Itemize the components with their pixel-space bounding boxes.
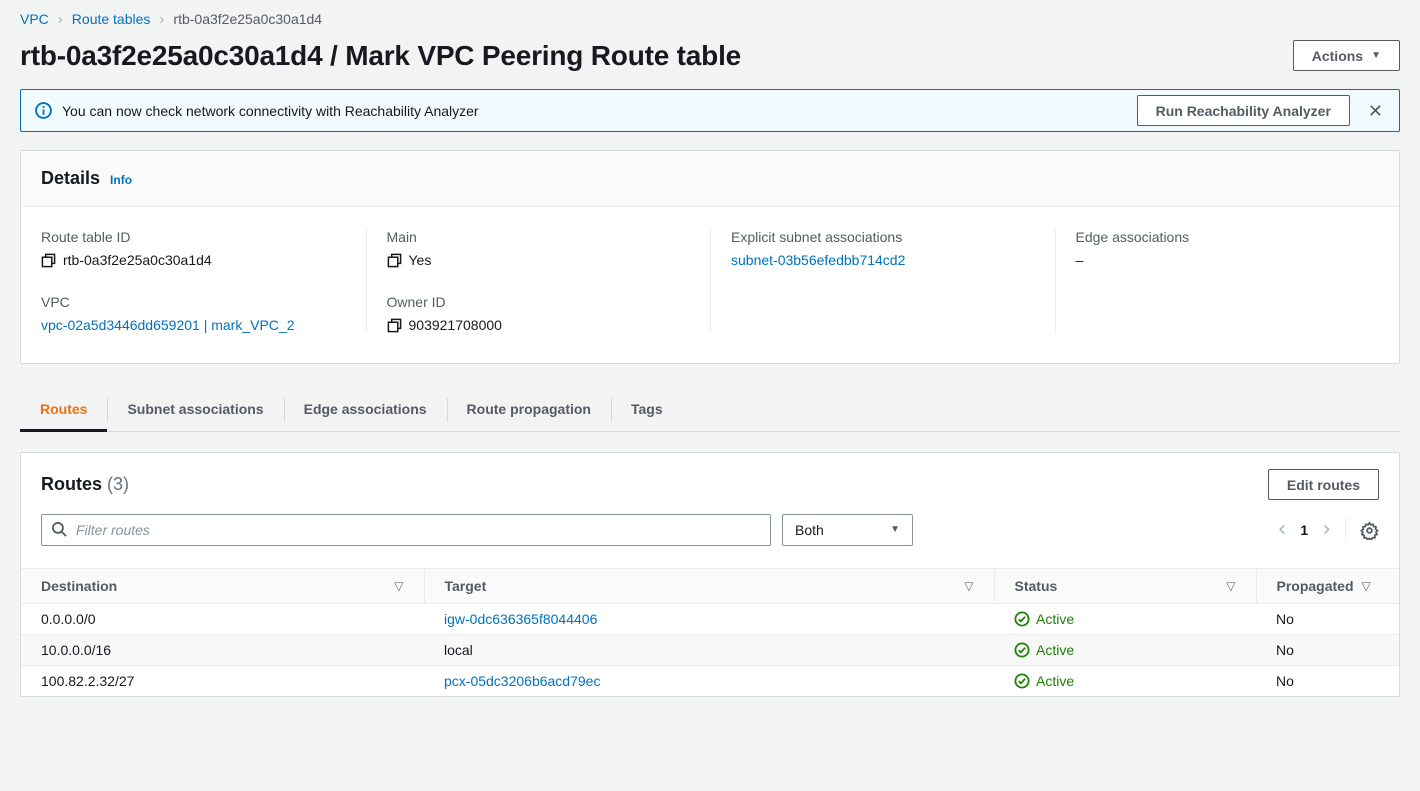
target-link[interactable]: igw-0dc636365f8044406	[444, 611, 597, 627]
divider	[1345, 518, 1346, 542]
propagated-cell: No	[1256, 635, 1399, 666]
copy-icon[interactable]	[41, 253, 56, 268]
destination-cell: 10.0.0.0/16	[21, 635, 424, 666]
field-edge-associations: Edge associations –	[1076, 229, 1380, 268]
destination-cell: 0.0.0.0/0	[21, 604, 424, 635]
breadcrumb-separator-icon: ›	[159, 12, 164, 27]
target-link[interactable]: pcx-05dc3206b6acd79ec	[444, 673, 600, 689]
column-header-propagated[interactable]: Propagated ▽	[1256, 569, 1399, 604]
owner-id-value: 903921708000	[409, 317, 502, 333]
status-cell: Active	[994, 635, 1256, 666]
field-label: Route table ID	[41, 229, 346, 245]
tab-routes[interactable]: Routes	[20, 392, 107, 432]
field-label: Owner ID	[387, 294, 691, 310]
vpc-link[interactable]: vpc-02a5d3446dd659201 | mark_VPC_2	[41, 317, 294, 333]
gear-icon[interactable]	[1360, 521, 1379, 540]
field-vpc: VPC vpc-02a5d3446dd659201 | mark_VPC_2	[41, 294, 346, 333]
routes-panel: Routes (3) Edit routes Both ▼ ‹ 1 ›	[20, 452, 1400, 697]
main-value: Yes	[409, 252, 432, 268]
tab-subnet-associations[interactable]: Subnet associations	[107, 392, 283, 432]
info-banner: You can now check network connectivity w…	[20, 89, 1400, 132]
routes-title: Routes (3)	[41, 474, 129, 495]
edge-associations-value: –	[1076, 252, 1084, 268]
details-column-2: Main Yes Owner ID 903921708000	[366, 229, 711, 333]
filter-routes-input[interactable]	[41, 514, 771, 546]
target-cell: igw-0dc636365f8044406	[424, 604, 994, 635]
tab-strip: Routes Subnet associations Edge associat…	[20, 392, 1400, 432]
tab-route-propagation[interactable]: Route propagation	[447, 392, 611, 432]
chevron-down-icon: ▼	[1371, 51, 1381, 61]
search-icon	[51, 521, 68, 541]
details-column-4: Edge associations –	[1055, 229, 1400, 333]
check-circle-icon	[1014, 673, 1030, 689]
chevron-down-icon: ▼	[890, 525, 900, 535]
field-route-table-id: Route table ID rtb-0a3f2e25a0c30a1d4	[41, 229, 346, 268]
breadcrumb-current: rtb-0a3f2e25a0c30a1d4	[173, 11, 322, 27]
target-cell: pcx-05dc3206b6acd79ec	[424, 666, 994, 697]
vpc-route-table-page: VPC › Route tables › rtb-0a3f2e25a0c30a1…	[0, 0, 1420, 697]
column-header-destination[interactable]: Destination ▽	[21, 569, 424, 604]
copy-icon[interactable]	[387, 318, 402, 333]
close-icon[interactable]: ✕	[1366, 100, 1385, 122]
actions-button[interactable]: Actions ▼	[1293, 40, 1400, 71]
routes-count: (3)	[107, 474, 129, 494]
status-cell: Active	[994, 666, 1256, 697]
route-type-selected: Both	[795, 522, 824, 538]
tab-tags[interactable]: Tags	[611, 392, 683, 432]
table-row: 10.0.0.0/16 local Active No	[21, 635, 1399, 666]
breadcrumb-vpc[interactable]: VPC	[20, 11, 49, 27]
field-explicit-subnet-associations: Explicit subnet associations subnet-03b5…	[731, 229, 1035, 268]
field-label: Explicit subnet associations	[731, 229, 1035, 245]
field-label: Edge associations	[1076, 229, 1380, 245]
table-row: 100.82.2.32/27 pcx-05dc3206b6acd79ec Act…	[21, 666, 1399, 697]
page-title: rtb-0a3f2e25a0c30a1d4 / Mark VPC Peering…	[20, 40, 741, 72]
copy-icon[interactable]	[387, 253, 402, 268]
subnet-association-link[interactable]: subnet-03b56efedbb714cd2	[731, 252, 905, 268]
target-cell: local	[424, 635, 994, 666]
route-table-id-value: rtb-0a3f2e25a0c30a1d4	[63, 252, 212, 268]
breadcrumb-route-tables[interactable]: Route tables	[72, 11, 151, 27]
current-page-number: 1	[1300, 522, 1308, 538]
info-icon	[35, 102, 52, 119]
column-header-target[interactable]: Target ▽	[424, 569, 994, 604]
status-cell: Active	[994, 604, 1256, 635]
details-panel: Details Info Route table ID rtb-0a3f2e25…	[20, 150, 1400, 364]
details-title: Details	[41, 168, 100, 189]
route-type-select[interactable]: Both ▼	[782, 514, 913, 546]
breadcrumb: VPC › Route tables › rtb-0a3f2e25a0c30a1…	[20, 0, 1400, 28]
routes-table: Destination ▽ Target ▽ Status ▽	[21, 568, 1399, 696]
destination-cell: 100.82.2.32/27	[21, 666, 424, 697]
status-badge: Active	[1036, 611, 1074, 627]
sort-icon[interactable]: ▽	[1362, 579, 1371, 593]
status-badge: Active	[1036, 642, 1074, 658]
sort-icon[interactable]: ▽	[964, 579, 973, 593]
column-header-status[interactable]: Status ▽	[994, 569, 1256, 604]
breadcrumb-separator-icon: ›	[58, 12, 63, 27]
status-badge: Active	[1036, 673, 1074, 689]
banner-message: You can now check network connectivity w…	[62, 103, 479, 119]
check-circle-icon	[1014, 611, 1030, 627]
target-local: local	[444, 642, 473, 658]
field-owner-id: Owner ID 903921708000	[387, 294, 691, 333]
next-page-icon[interactable]: ›	[1322, 519, 1331, 541]
field-main: Main Yes	[387, 229, 691, 268]
field-label: Main	[387, 229, 691, 245]
propagated-cell: No	[1256, 604, 1399, 635]
edit-routes-button[interactable]: Edit routes	[1268, 469, 1379, 500]
details-column-1: Route table ID rtb-0a3f2e25a0c30a1d4 VPC…	[21, 229, 366, 333]
details-info-link[interactable]: Info	[110, 173, 132, 187]
sort-icon[interactable]: ▽	[394, 579, 403, 593]
details-column-3: Explicit subnet associations subnet-03b5…	[710, 229, 1055, 333]
tab-edge-associations[interactable]: Edge associations	[284, 392, 447, 432]
table-header-row: Destination ▽ Target ▽ Status ▽	[21, 569, 1399, 604]
table-row: 0.0.0.0/0 igw-0dc636365f8044406 Active N…	[21, 604, 1399, 635]
previous-page-icon[interactable]: ‹	[1278, 519, 1287, 541]
propagated-cell: No	[1256, 666, 1399, 697]
field-label: VPC	[41, 294, 346, 310]
run-reachability-analyzer-button[interactable]: Run Reachability Analyzer	[1137, 95, 1350, 126]
check-circle-icon	[1014, 642, 1030, 658]
sort-icon[interactable]: ▽	[1226, 579, 1235, 593]
